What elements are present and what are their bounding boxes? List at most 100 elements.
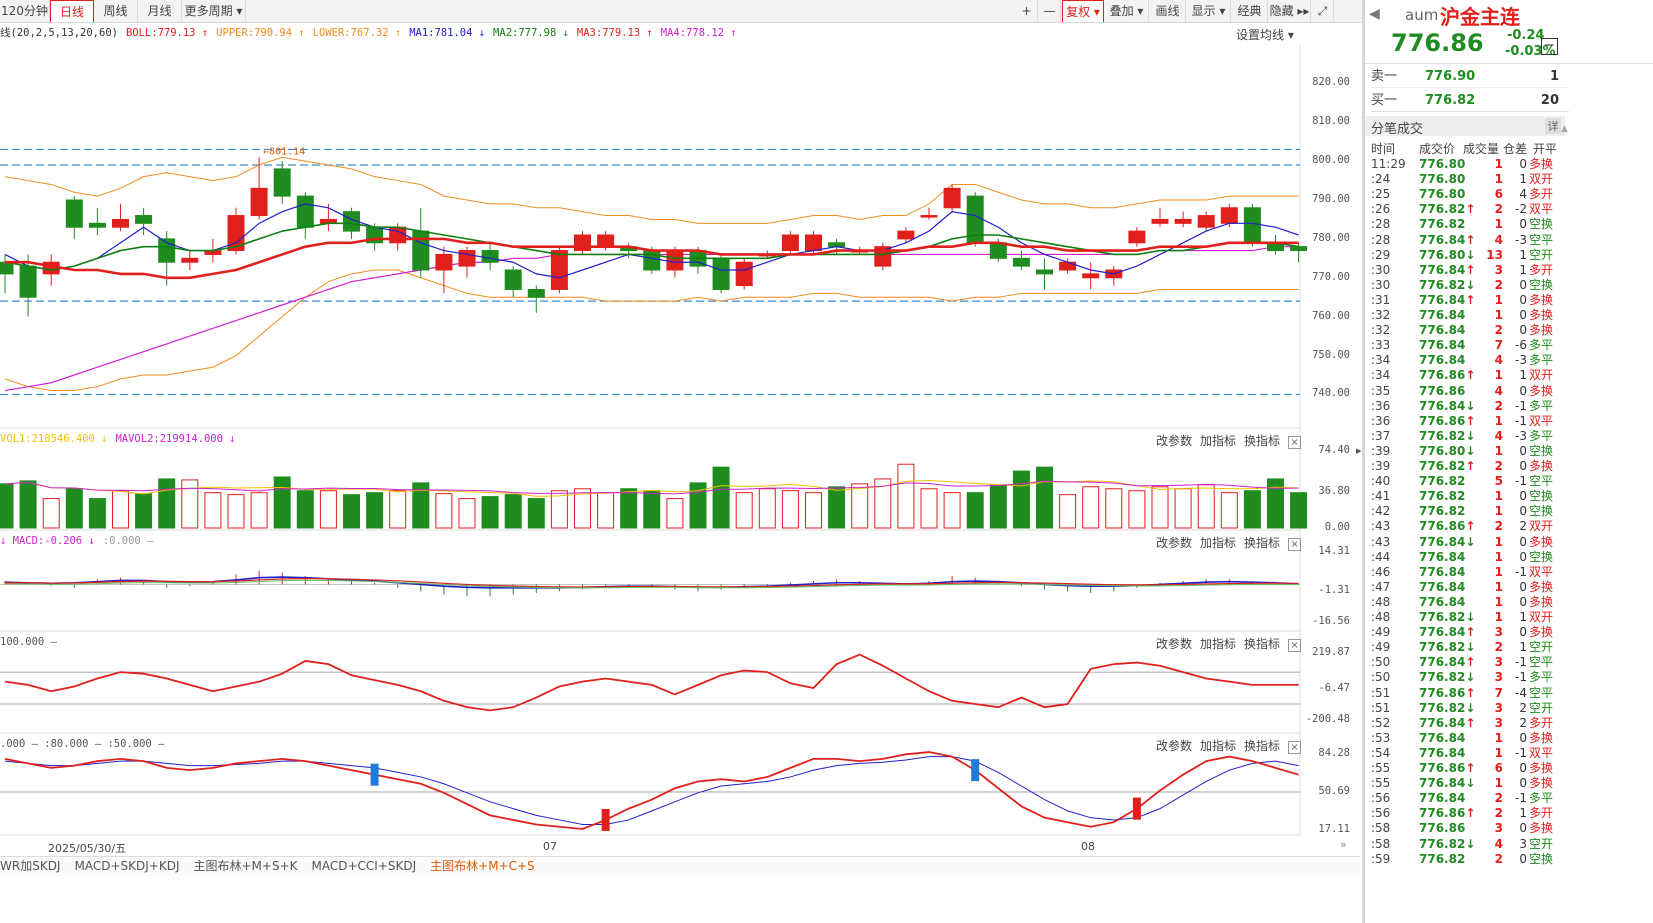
trade-row: :48 776.84 1 0 多换 xyxy=(1371,595,1571,610)
trade-row: :36 776.86↑ 1 -1 双平 xyxy=(1371,414,1571,429)
trade-row: :51 776.86↑ 7 -4 空平 xyxy=(1371,686,1571,701)
trade-time: :34 xyxy=(1371,368,1391,383)
add-indicator-button[interactable]: 加指标 xyxy=(1200,434,1236,448)
kdj-cross-marker xyxy=(370,763,379,786)
trade-oi-diff: -3 xyxy=(1515,232,1527,247)
arrow-up-icon: ↑ xyxy=(1465,368,1476,383)
trade-volume: 1 xyxy=(1494,594,1503,609)
trade-oi-diff: -3 xyxy=(1515,353,1527,368)
scroll-up-icon[interactable]: ▲ xyxy=(1561,124,1568,134)
trade-time: :39 xyxy=(1371,443,1391,458)
trade-row: :56 776.86↑ 2 1 多开 xyxy=(1371,806,1571,821)
ask-price: 776.90 xyxy=(1425,69,1476,84)
trade-volume: 4 xyxy=(1494,383,1503,398)
trade-time: :55 xyxy=(1371,776,1391,791)
trade-price: 776.82↓ xyxy=(1419,670,1476,685)
cci-axis-label: -6.47 xyxy=(1318,682,1350,695)
change-params-button[interactable]: 改参数 xyxy=(1156,536,1192,550)
cci-panel-tools: 改参数 加指标 换指标 × xyxy=(1148,635,1302,652)
volume-bar xyxy=(920,488,938,529)
change-params-button[interactable]: 改参数 xyxy=(1156,434,1192,448)
minus-icon[interactable]: − xyxy=(1541,38,1558,55)
volume-bar xyxy=(458,498,476,529)
trade-volume: 4 xyxy=(1494,428,1503,443)
trade-price: 776.84↑ xyxy=(1419,625,1476,640)
change-params-button[interactable]: 改参数 xyxy=(1156,739,1192,753)
switch-indicator-button[interactable]: 换指标 xyxy=(1244,637,1280,651)
symbol-name: 沪金主连 xyxy=(1440,5,1520,29)
candle-body xyxy=(805,234,822,252)
trade-row: :25 776.80 6 4 多开 xyxy=(1371,187,1571,202)
trade-row: :58 776.86 3 0 多换 xyxy=(1371,821,1571,836)
legend-item: .000 — :80.000 — :50.000 — xyxy=(0,738,165,750)
trade-volume: 1 xyxy=(1494,579,1503,594)
kline-chart[interactable]: ←801.14 xyxy=(0,0,1360,856)
trade-kind: 多开 xyxy=(1529,262,1554,277)
trade-row: :34 776.86↑ 1 1 双开 xyxy=(1371,368,1571,383)
trade-time: :37 xyxy=(1371,428,1391,443)
template-tab[interactable]: 主图布林+M+C+S xyxy=(430,857,535,875)
legend-item: :0.000 — xyxy=(102,535,154,547)
scroll-right-icon[interactable]: » xyxy=(1340,838,1347,851)
trade-oi-diff: 0 xyxy=(1519,443,1527,458)
kdj-panel-tools: 改参数 加指标 换指标 × xyxy=(1148,737,1302,754)
trade-volume: 1 xyxy=(1494,172,1503,187)
trades-detail-button[interactable]: 详 xyxy=(1545,118,1561,134)
switch-indicator-button[interactable]: 换指标 xyxy=(1244,434,1280,448)
trade-row: :30 776.82↓ 2 0 空换 xyxy=(1371,278,1571,293)
trade-oi-diff: 4 xyxy=(1519,187,1527,202)
add-indicator-button[interactable]: 加指标 xyxy=(1200,637,1236,651)
switch-indicator-button[interactable]: 换指标 xyxy=(1244,739,1280,753)
trade-volume: 3 xyxy=(1494,670,1503,685)
template-tab[interactable]: 主图布林+M+S+K xyxy=(193,857,297,875)
trade-time: :32 xyxy=(1371,308,1391,322)
trade-time: :41 xyxy=(1371,489,1391,504)
volume-panel-tools: 改参数 加指标 换指标 × xyxy=(1148,432,1302,449)
trade-row: :55 776.84↓ 1 0 多换 xyxy=(1371,776,1571,791)
trade-row: :49 776.82↓ 2 1 空开 xyxy=(1371,640,1571,655)
add-indicator-button[interactable]: 加指标 xyxy=(1200,536,1236,550)
add-indicator-button[interactable]: 加指标 xyxy=(1200,739,1236,753)
trade-price: 776.80 xyxy=(1419,187,1466,202)
change-params-button[interactable]: 改参数 xyxy=(1156,637,1192,651)
trade-price: 776.82↑ xyxy=(1419,202,1476,217)
collapse-panel-icon[interactable]: ▸ xyxy=(1356,444,1362,457)
trade-volume: 2 xyxy=(1494,791,1503,806)
trade-kind: 空换 xyxy=(1529,217,1554,232)
trade-volume: 3 xyxy=(1494,625,1503,640)
legend-item: VOL1:218546.400 ↓ xyxy=(0,433,108,445)
trade-row: :31 776.84↑ 1 0 多换 xyxy=(1371,293,1571,308)
trade-time: :48 xyxy=(1371,610,1391,624)
trade-oi-diff: 1 xyxy=(1519,368,1527,383)
candle-body xyxy=(597,234,615,248)
trade-volume: 4 xyxy=(1494,232,1503,247)
legend-item: ↓ MACD:-0.206 ↓ xyxy=(0,535,95,547)
price-axis-label: 750.00 xyxy=(1312,348,1350,361)
trade-oi-diff: 0 xyxy=(1519,776,1527,791)
trade-time: :31 xyxy=(1371,292,1391,307)
trade-volume: 4 xyxy=(1494,836,1503,851)
trade-volume: 6 xyxy=(1494,187,1503,202)
arrow-up-icon: ↑ xyxy=(1465,262,1476,277)
trade-kind: 双开 xyxy=(1529,172,1554,187)
indicator-template-tabs: WR加SKDJ MACD+SKDJ+KDJ 主图布林+M+S+K MACD+CCI+S… xyxy=(0,856,1360,876)
trade-price: 776.84↑ xyxy=(1419,715,1476,730)
trade-volume: 13 xyxy=(1486,247,1503,262)
volume-bar xyxy=(366,492,384,529)
template-tab[interactable]: MACD+CCI+SKDJ xyxy=(312,857,417,875)
template-tab[interactable]: MACD+SKDJ+KDJ xyxy=(74,857,179,875)
candle-body xyxy=(989,242,1007,259)
trade-price: 776.84 xyxy=(1419,549,1466,564)
trade-price: 776.82 xyxy=(1419,217,1466,232)
switch-indicator-button[interactable]: 换指标 xyxy=(1244,536,1280,550)
volume-bar xyxy=(88,498,106,529)
trade-volume: 4 xyxy=(1494,353,1503,368)
trade-row: :32 776.84 1 0 多换 xyxy=(1371,308,1571,323)
trade-price: 776.86↑ xyxy=(1419,685,1476,700)
trade-volume: 5 xyxy=(1494,474,1503,489)
prev-symbol-icon[interactable]: ◀ xyxy=(1369,6,1380,22)
template-tab[interactable]: WR加SKDJ xyxy=(0,857,60,875)
trade-time: :36 xyxy=(1371,413,1391,428)
trade-price: 776.84 xyxy=(1419,308,1466,322)
trade-oi-diff: -1 xyxy=(1515,398,1527,413)
